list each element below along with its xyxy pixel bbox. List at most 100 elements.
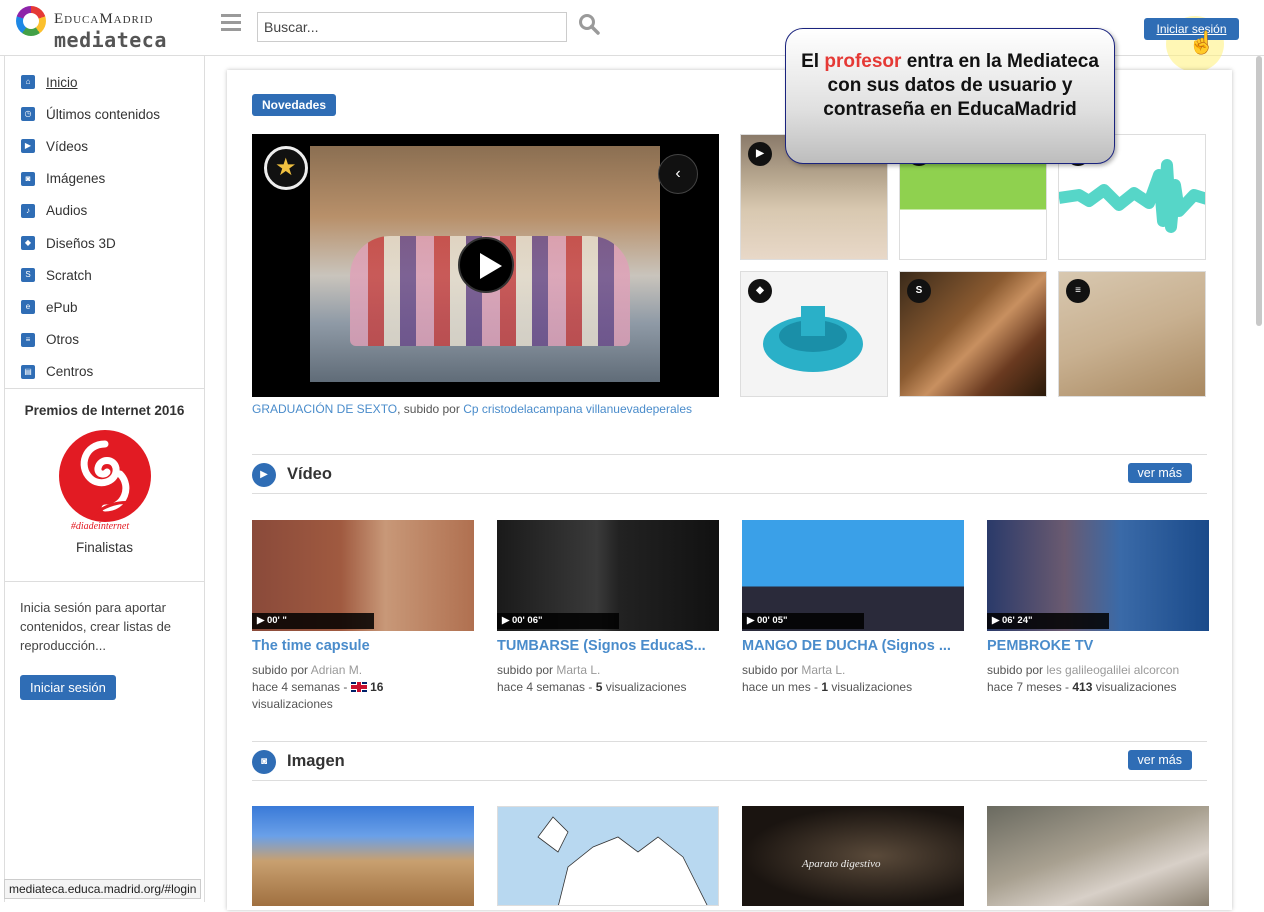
sidebar-item-scratch[interactable]: S Scratch [5, 259, 204, 291]
duration-badge: ▶ 00' " [252, 613, 374, 629]
play-icon: ▶ [21, 139, 35, 154]
video-card[interactable]: ▶ 00' " The time capsule subido por Adri… [252, 520, 474, 713]
page-scrollbar[interactable] [1256, 56, 1262, 326]
book-icon: e [21, 300, 35, 315]
sidebar-item-label: Scratch [46, 267, 92, 283]
video-see-more-button[interactable]: ver más [1127, 463, 1192, 483]
thumbnail-caption: Aparato digestivo [802, 858, 881, 870]
author-link[interactable]: Marta L. [556, 663, 600, 677]
image-thumbnail[interactable] [497, 806, 719, 906]
video-thumbnail[interactable]: ▶ 00' 05" [742, 520, 964, 631]
sidebar-item-epub[interactable]: e ePub [5, 291, 204, 323]
sidebar-login-button[interactable]: Iniciar sesión [20, 674, 116, 700]
uploaded-by-text: , subido por [397, 402, 464, 416]
video-title-link[interactable]: TUMBARSE (Signos EducaS... [497, 638, 715, 654]
login-prompt-text: Inicia sesión para aportar contenidos, c… [20, 599, 172, 653]
document-icon: ≡ [1066, 279, 1090, 303]
image-thumbnail[interactable] [987, 806, 1209, 906]
video-card[interactable]: ▶ 06' 24" PEMBROKE TV subido por les gal… [987, 520, 1209, 696]
video-title-link[interactable]: MANGO DE DUCHA (Signos ... [742, 638, 960, 654]
main-content: Novedades ‹ GRADUACIÓN DE SEXTO, subido … [227, 70, 1232, 910]
awards-logo-text: #diadeinternet [70, 521, 129, 532]
media-thumb[interactable]: ◆ [740, 271, 888, 397]
image-card[interactable]: Aparato digestivo [742, 806, 964, 906]
awards-title: Premios de Internet 2016 [24, 402, 185, 418]
sidebar-item-imágenes[interactable]: ◙ Imágenes [5, 163, 204, 195]
video-thumbnail[interactable]: ▶ 00' " [252, 520, 474, 631]
share-icon[interactable]: ‹ [658, 154, 698, 194]
image-see-more-button[interactable]: ver más [1127, 750, 1192, 770]
callout-highlight: profesor [824, 51, 902, 72]
sidebar-item-label: Vídeos [46, 138, 89, 154]
image-section-title: Imagen [287, 752, 345, 770]
video-meta: subido por Marta L. hace 4 semanas - 5 v… [497, 663, 687, 694]
novedades-badge: Novedades [252, 94, 337, 116]
image-thumbnail[interactable]: Aparato digestivo [742, 806, 964, 906]
sidebar-nav: ⌂ Inicio ◷ Últimos contenidos ▶ Vídeos ◙ Imágen… [5, 56, 204, 388]
sidebar-item-vídeos[interactable]: ▶ Vídeos [5, 130, 204, 162]
login-prompt: Inicia sesión para aportar contenidos, c… [5, 582, 204, 700]
video-section-icon: ▶ [252, 463, 276, 487]
duration-badge: ▶ 06' 24" [987, 613, 1109, 629]
image-section-header: ◙ Imagen ver más [252, 741, 1207, 781]
featured-caption: GRADUACIÓN DE SEXTO, subido por Cp crist… [252, 402, 692, 416]
video-section-header: ▶ Vídeo ver más [252, 454, 1207, 494]
speaker-icon: ♪ [21, 203, 35, 218]
camera-icon: ◙ [252, 750, 276, 774]
educamadrid-logo[interactable]: EducaMadrid mediateca [14, 4, 194, 52]
video-section-title: Vídeo [287, 465, 332, 483]
video-meta: subido por Marta L. hace un mes - 1 visu… [742, 663, 913, 694]
scratch-icon: S [21, 268, 35, 283]
sidebar-item-label: Inicio [46, 74, 78, 90]
uk-flag-icon [350, 682, 367, 692]
image-card[interactable] [987, 806, 1209, 906]
video-title-link[interactable]: PEMBROKE TV [987, 638, 1205, 654]
image-card[interactable] [497, 806, 719, 906]
clock-icon: ◷ [21, 107, 35, 122]
search-icon[interactable] [578, 13, 600, 35]
sidebar-item-audios[interactable]: ♪ Audios [5, 195, 204, 227]
brand-name: EducaMadrid [54, 11, 154, 27]
image-thumbnail[interactable] [252, 806, 474, 906]
duration-badge: ▶ 00' 06" [497, 613, 619, 629]
author-link[interactable]: Marta L. [801, 663, 845, 677]
building-icon: ▤ [21, 364, 35, 379]
sidebar-item-label: Últimos contenidos [46, 106, 161, 122]
video-card[interactable]: ▶ 00' 05" MANGO DE DUCHA (Signos ... sub… [742, 520, 964, 696]
author-link[interactable]: les galileogalilei alcorcon [1046, 663, 1179, 677]
search-input[interactable] [257, 12, 567, 42]
featured-title-link[interactable]: GRADUACIÓN DE SEXTO [252, 402, 397, 416]
play-icon[interactable] [458, 237, 514, 293]
sidebar-item-diseños-3d[interactable]: ◆ Diseños 3D [5, 227, 204, 259]
video-thumbnail[interactable]: ▶ 00' 06" [497, 520, 719, 631]
featured-author-link[interactable]: Cp cristodelacampana villanuevadeperales [463, 402, 692, 416]
awards-block: Premios de Internet 2016 #diadeinternet … [5, 389, 204, 581]
educamadrid-logo-mark [16, 6, 46, 36]
media-thumb[interactable]: S [899, 271, 1047, 397]
sidebar: ⌂ Inicio ◷ Últimos contenidos ▶ Vídeos ◙ Imágen… [4, 56, 205, 902]
status-bar-url: mediateca.educa.madrid.org/#login [4, 879, 202, 899]
image-card[interactable] [252, 806, 474, 906]
sidebar-item-centros[interactable]: ▤ Centros [5, 356, 204, 388]
video-title-link[interactable]: The time capsule [252, 638, 470, 654]
hamburger-menu-icon[interactable] [221, 14, 241, 32]
home-icon: ⌂ [21, 75, 35, 90]
video-card[interactable]: ▶ 00' 06" TUMBARSE (Signos EducaS... sub… [497, 520, 719, 696]
author-link[interactable]: Adrian M. [311, 663, 362, 677]
sidebar-item-label: Audios [46, 203, 88, 219]
video-thumbnail[interactable]: ▶ 06' 24" [987, 520, 1209, 631]
channel-logo-icon [264, 146, 308, 190]
sidebar-item-label: Centros [46, 364, 94, 380]
featured-video-player[interactable]: ‹ [252, 134, 719, 397]
duration-badge: ▶ 00' 05" [742, 613, 864, 629]
media-thumb[interactable]: ≡ [1058, 271, 1206, 397]
sidebar-item-inicio[interactable]: ⌂ Inicio [5, 66, 204, 98]
video-meta: subido por Adrian M. hace 4 semanas - 16… [252, 663, 384, 711]
sidebar-item-otros[interactable]: ≡ Otros [5, 324, 204, 356]
sidebar-item-últimos-contenidos[interactable]: ◷ Últimos contenidos [5, 98, 204, 130]
sidebar-item-label: Imágenes [46, 171, 106, 187]
scratch-icon: S [907, 279, 931, 303]
cube-icon: ◆ [748, 279, 772, 303]
finalists-label: Finalistas [75, 539, 134, 555]
diadeinternet-logo[interactable]: #diadeinternet [50, 426, 160, 536]
